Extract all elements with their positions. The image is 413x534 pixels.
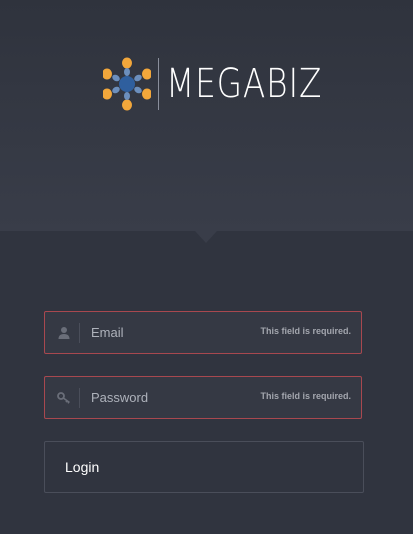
email-input[interactable]	[91, 312, 241, 353]
field-separator	[79, 323, 80, 343]
logo-divider	[158, 58, 159, 110]
brand-logo: MEGABIZ	[103, 57, 357, 111]
header-pointer	[195, 231, 217, 243]
user-icon	[58, 327, 70, 339]
password-input[interactable]	[91, 377, 241, 418]
key-icon	[57, 392, 70, 404]
password-error-message: This field is required.	[260, 391, 351, 401]
logo-flower-icon	[103, 57, 151, 111]
email-error-message: This field is required.	[260, 326, 351, 336]
brand-name: MEGABIZ	[166, 61, 323, 107]
field-separator	[79, 388, 80, 408]
login-button[interactable]: Login	[44, 441, 364, 493]
password-field: This field is required.	[44, 376, 362, 419]
login-page: MEGABIZ This field is required. This fie…	[0, 0, 413, 534]
header-banner: MEGABIZ	[0, 0, 413, 231]
email-field: This field is required.	[44, 311, 362, 354]
